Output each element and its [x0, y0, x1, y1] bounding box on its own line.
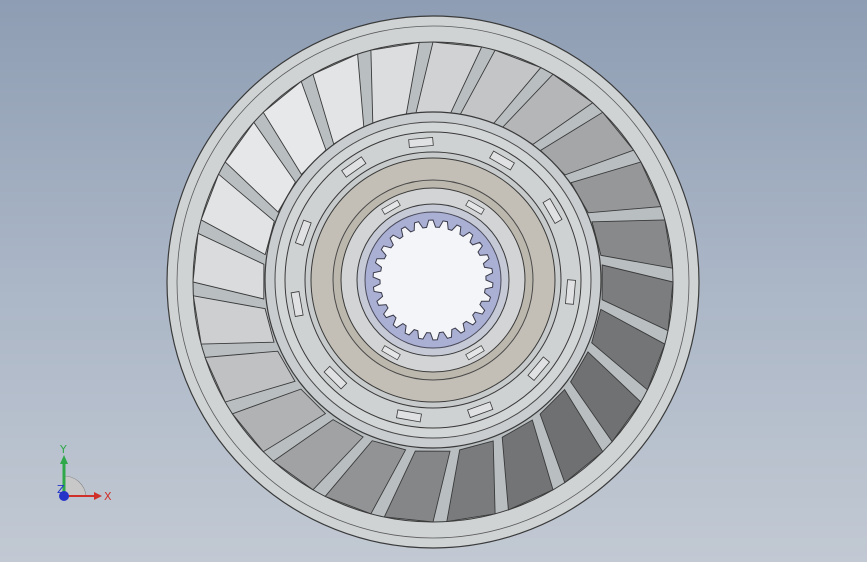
triad-z-label: Z	[57, 483, 65, 496]
x-axis-arrow	[94, 492, 102, 500]
y-axis-arrow	[60, 455, 68, 464]
triad-y-label: Y	[59, 443, 67, 456]
retaining-clip	[565, 279, 576, 305]
retaining-clip	[408, 137, 434, 148]
graphics-viewport[interactable]: Y X Z	[0, 0, 867, 562]
turbine-model[interactable]	[0, 0, 867, 562]
triad-x-label: X	[104, 490, 112, 503]
coordinate-triad: Y X Z	[57, 443, 112, 503]
